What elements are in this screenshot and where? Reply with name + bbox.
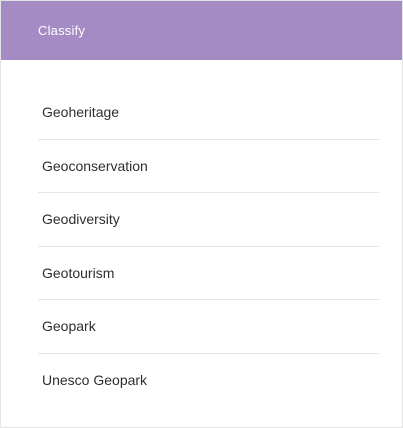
panel-title: Classify (38, 23, 86, 38)
category-item-geoheritage[interactable]: Geoheritage (38, 86, 379, 140)
category-item-geodiversity[interactable]: Geodiversity (38, 193, 379, 247)
category-item-geopark[interactable]: Geopark (38, 300, 379, 354)
category-item-geoconservation[interactable]: Geoconservation (38, 140, 379, 193)
category-item-geotourism[interactable]: Geotourism (38, 247, 379, 300)
category-list: Geoheritage Geoconservation Geodiversity… (38, 86, 379, 407)
category-item-unesco-geopark[interactable]: Unesco Geopark (38, 354, 379, 408)
classify-panel: Classify Geoheritage Geoconservation Geo… (0, 0, 403, 428)
panel-header: Classify (1, 1, 402, 60)
